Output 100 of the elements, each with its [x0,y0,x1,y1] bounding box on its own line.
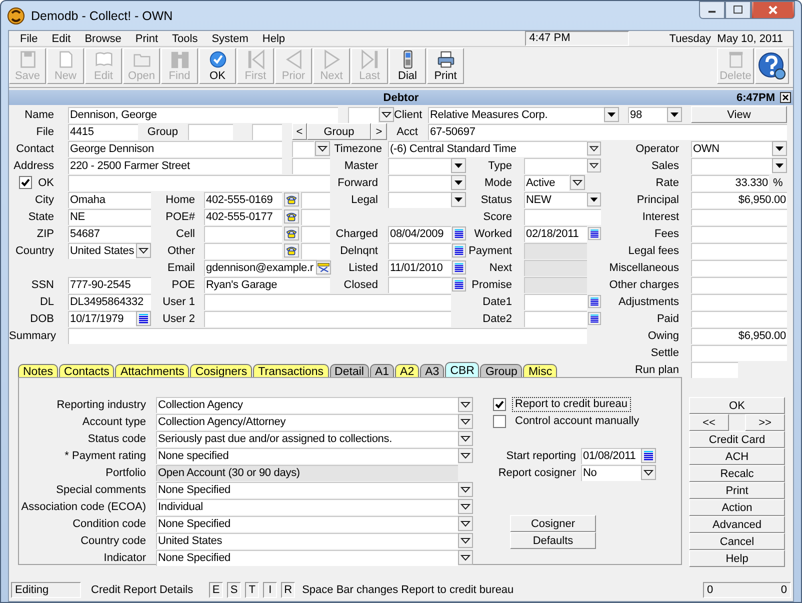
combo-field[interactable]: None Specified [156,482,458,498]
calendar-icon[interactable] [452,226,466,241]
combo-field[interactable]: Seriously past due and/or assigned to collections. [156,430,458,446]
input-field[interactable]: Ryan's Garage [204,276,330,292]
input-field[interactable] [388,192,451,208]
amount-field[interactable]: 33.330 [691,174,769,190]
tab[interactable]: Detail [330,364,369,378]
menu-item[interactable]: Print [128,32,166,44]
toolbar-button[interactable]: OK [199,48,236,84]
input-field[interactable]: 10/17/1979 [68,310,136,326]
input-field[interactable] [204,226,282,242]
input-field[interactable]: gdennison@example.r [204,260,317,276]
input-field[interactable] [524,310,587,326]
input-field[interactable]: George Dennison [68,140,282,156]
side-button[interactable]: Credit Card [689,431,785,448]
side-button[interactable]: OK [689,397,785,414]
form-button[interactable]: > [371,123,387,140]
input-field[interactable]: NEW [524,192,587,208]
help-icon[interactable] [755,48,789,84]
close-icon[interactable] [780,92,791,103]
input-field[interactable] [204,294,451,310]
phone-icon[interactable] [284,243,299,258]
side-button[interactable]: Action [689,499,785,516]
tab[interactable]: Contacts [59,364,114,378]
tab[interactable]: A3 [420,364,444,378]
input-field[interactable] [68,328,587,344]
combo-field[interactable]: None specified [156,448,458,464]
menu-item[interactable]: Edit [44,32,78,44]
calendar-icon[interactable] [452,260,466,275]
tab[interactable]: Misc [523,364,558,378]
tab[interactable]: A2 [395,364,420,378]
panel-button[interactable]: Defaults [510,532,596,549]
tab[interactable]: A1 [370,364,394,378]
checkbox-label[interactable]: Report to credit bureau [512,397,631,412]
toolbar-button[interactable]: Print [427,48,464,84]
menu-item[interactable]: Browse [78,32,128,44]
calendar-icon[interactable] [452,243,466,258]
phone-icon[interactable] [284,209,299,224]
input-field[interactable]: Dennison, George [68,106,338,122]
checkbox[interactable] [493,415,506,428]
amount-field[interactable] [691,294,787,310]
combo-field[interactable]: Collection Agency/Attorney [156,414,458,430]
input-field[interactable] [691,158,772,174]
input-field[interactable]: DL3495864332 [68,294,151,310]
checkbox[interactable] [19,176,32,189]
input-field[interactable] [348,106,378,122]
input-field[interactable] [292,140,314,156]
tab[interactable]: Attachments [115,364,190,378]
calendar-icon[interactable] [588,311,601,326]
input-field[interactable]: 11/01/2010 [388,260,451,276]
combo-field[interactable]: Individual [156,498,458,514]
input-field[interactable]: 220 - 2500 Farmer Street [68,158,282,174]
input-field[interactable] [252,124,282,140]
side-button[interactable]: Recalc [689,465,785,482]
combo-field[interactable]: No [581,464,641,480]
maximize-icon[interactable] [725,1,751,19]
input-field[interactable] [524,158,587,174]
input-field[interactable]: 98 [628,106,667,122]
combo-field[interactable]: None Specified [156,550,458,566]
menu-item[interactable]: System [204,32,256,44]
amount-field[interactable] [691,208,787,224]
tab[interactable]: Cosigners [190,364,252,378]
input-field[interactable]: NE [68,208,151,224]
input-field[interactable]: 08/04/2009 [388,226,451,242]
input-field[interactable] [388,276,451,292]
input-field[interactable] [204,242,282,258]
form-button[interactable]: View [691,106,787,123]
tab[interactable]: Notes [18,364,58,378]
input-field[interactable] [301,226,330,242]
calendar-icon[interactable] [641,448,656,463]
side-button[interactable]: >> [745,414,785,431]
input-field[interactable]: 54687 [68,226,151,242]
side-button[interactable]: Cancel [689,533,785,550]
input-field[interactable] [301,208,330,224]
amount-field[interactable] [691,226,787,242]
checkbox[interactable] [493,398,506,411]
form-button[interactable]: < [292,123,307,140]
combo-field[interactable]: None Specified [156,516,458,532]
input-field[interactable] [388,158,451,174]
side-button[interactable]: ACH [689,448,785,465]
amount-field[interactable]: $6,950.00 [691,192,787,208]
menu-item[interactable]: Tools [165,32,205,44]
input-field[interactable] [204,310,451,326]
input-field[interactable]: OWN [691,140,772,156]
menu-item[interactable]: File [13,32,45,44]
panel-button[interactable]: Cosigner [510,515,596,532]
input-field[interactable] [524,208,601,224]
input-field[interactable]: Active [524,174,569,190]
input-field[interactable] [301,242,330,258]
menu-item[interactable]: Help [255,32,292,44]
combo-field[interactable]: United States [156,532,458,548]
phone-icon[interactable] [284,192,299,207]
checkbox-label[interactable]: Control account manually [512,414,642,429]
calendar-icon[interactable] [136,311,151,326]
input-field[interactable]: 4415 [68,124,138,140]
input-field[interactable] [388,174,451,190]
input-field[interactable]: (-6) Central Standard Time [388,140,587,156]
phone-icon[interactable] [284,226,299,241]
calendar-icon[interactable] [588,226,601,241]
input-field[interactable]: 402-555-0177 [204,208,282,224]
